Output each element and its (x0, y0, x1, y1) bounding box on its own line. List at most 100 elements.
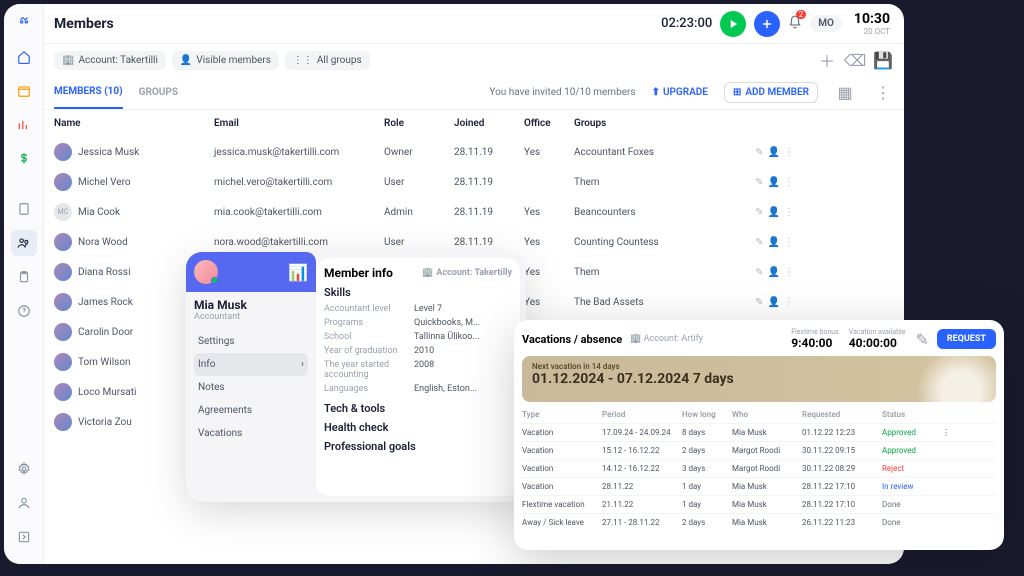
avatar (194, 260, 218, 284)
member-role: Accountant (194, 312, 308, 322)
topbar: Members 02:23:00 2 MO 10:3020 OCT (44, 4, 904, 44)
filter-account[interactable]: 🏢 Account: Takertilli (54, 51, 166, 70)
more-icon[interactable]: ⋮ (784, 237, 794, 248)
add-button[interactable] (754, 11, 780, 37)
edit-icon[interactable]: ✎ (755, 177, 763, 188)
vacation-row[interactable]: Vacation28.11.221 dayMia Musk28.11.22 17… (522, 477, 996, 495)
filter-visible[interactable]: 👤 Visible members (172, 51, 279, 70)
skill-row: SchoolTallinna Ülikoo... (324, 330, 512, 344)
member-name-cell: Tom Wilson (78, 357, 131, 368)
plus-icon[interactable]: ＋ (816, 49, 838, 71)
more-icon[interactable]: ⋮ (784, 207, 794, 218)
menu-item[interactable]: Info› (194, 353, 308, 376)
skill-row: ProgramsQuickbooks, M... (324, 316, 512, 330)
more-icon[interactable] (942, 464, 962, 473)
bell-icon[interactable]: 2 (788, 14, 802, 33)
section-header[interactable]: Health check (324, 421, 512, 434)
vacation-row[interactable]: Away / Sick leave27.11 - 28.11.222 daysM… (522, 513, 996, 531)
collapse-icon[interactable] (11, 524, 37, 550)
play-button[interactable] (720, 11, 746, 37)
section-header[interactable]: Tech & tools (324, 402, 512, 415)
tabs: MEMBERS (10) GROUPS You have invited 10/… (44, 76, 904, 110)
member-name-cell: Loco Mursati (78, 387, 136, 398)
avatar (54, 173, 72, 191)
members-icon[interactable] (11, 230, 37, 256)
menu-item[interactable]: Settings (194, 330, 308, 353)
vacation-row[interactable]: Flextime vacation21.11.221 dayMia Musk28… (522, 495, 996, 513)
more-icon[interactable] (942, 482, 962, 491)
calendar-icon[interactable] (11, 78, 37, 104)
tab-groups[interactable]: GROUPS (139, 77, 178, 108)
panel-title: Member info (324, 266, 393, 280)
more-icon[interactable]: ⋮ (784, 297, 794, 308)
edit-icon[interactable]: ✎ (915, 330, 928, 349)
avatar (54, 233, 72, 251)
user-icon[interactable]: 👤 (768, 177, 780, 188)
vacation-row[interactable]: Vacation14.12 - 16.12.223 daysMargot Roo… (522, 459, 996, 477)
more-icon[interactable]: ⋮ (942, 428, 962, 437)
more-icon[interactable]: ⋮ (872, 82, 894, 104)
vacation-row[interactable]: Vacation17.09.24 - 24.09.248 daysMia Mus… (522, 423, 996, 441)
table-row[interactable]: MCMia Cookmia.cook@takertilli.comAdmin28… (44, 197, 904, 227)
menu-item[interactable]: Agreements (194, 399, 308, 422)
more-icon[interactable]: ⋮ (784, 147, 794, 158)
stats-icon[interactable] (11, 112, 37, 138)
filter-groups[interactable]: ⋮⋮ All groups (285, 51, 370, 70)
skills-section: Skills (324, 286, 512, 299)
gear-icon[interactable] (11, 456, 37, 482)
member-header: 📊 (186, 252, 316, 292)
chart-icon[interactable]: 📊 (288, 263, 308, 282)
avatar (54, 383, 72, 401)
vacation-title: Vacations / absence (522, 333, 622, 346)
more-icon[interactable] (942, 500, 962, 509)
vacation-row[interactable]: Vacation15.12 - 16.12.222 daysMargot Roo… (522, 441, 996, 459)
help-icon[interactable] (11, 298, 37, 324)
tab-members[interactable]: MEMBERS (10) (54, 76, 123, 109)
menu-item[interactable]: Vacations (194, 422, 308, 445)
filters: 🏢 Account: Takertilli 👤 Visible members … (44, 44, 904, 76)
edit-icon[interactable]: ✎ (755, 147, 763, 158)
more-icon[interactable]: ⋮ (784, 177, 794, 188)
upgrade-button[interactable]: ⬆ UPGRADE (652, 87, 708, 98)
avatar (54, 323, 72, 341)
more-icon[interactable]: ⋮ (784, 267, 794, 278)
skill-row: LanguagesEnglish, Eston... (324, 382, 512, 396)
section-header[interactable]: Professional goals (324, 440, 512, 453)
table-row[interactable]: Michel Veromichel.vero@takertilli.comUse… (44, 167, 904, 197)
add-member-button[interactable]: ⊞ ADD MEMBER (724, 82, 818, 103)
clear-icon[interactable]: ⌫ (844, 49, 866, 71)
user-pill[interactable]: MO (810, 15, 842, 32)
user-icon[interactable]: 👤 (768, 297, 780, 308)
edit-icon[interactable]: ✎ (755, 267, 763, 278)
user-icon[interactable] (11, 490, 37, 516)
user-icon[interactable]: 👤 (768, 267, 780, 278)
clipboard-icon[interactable] (11, 264, 37, 290)
more-icon[interactable] (942, 518, 962, 527)
flextime-value: 9:40:00 (791, 336, 839, 350)
member-name-cell: Mia Cook (78, 207, 120, 218)
user-icon[interactable]: 👤 (768, 207, 780, 218)
more-icon[interactable] (942, 446, 962, 455)
vacation-account: 🏢 Account: Artify (630, 334, 703, 344)
member-name-cell: Victoria Zou (78, 417, 132, 428)
user-icon[interactable]: 👤 (768, 147, 780, 158)
menu-item[interactable]: Notes (194, 376, 308, 399)
member-name-cell: Jessica Musk (78, 147, 139, 158)
edit-icon[interactable]: ✎ (755, 207, 763, 218)
avatar (54, 413, 72, 431)
request-button[interactable]: REQUEST (937, 329, 996, 349)
avatar (54, 353, 72, 371)
doc-icon[interactable] (11, 196, 37, 222)
member-info-panel: 📊 Mia Musk Accountant SettingsInfo›Notes… (186, 252, 526, 502)
skill-row: Accountant levelLevel 7 (324, 302, 512, 316)
home-icon[interactable] (11, 44, 37, 70)
clock: 10:3020 OCT (850, 11, 894, 36)
user-icon[interactable]: 👤 (768, 237, 780, 248)
grid-icon[interactable]: ▦ (834, 82, 856, 104)
table-row[interactable]: Jessica Muskjessica.musk@takertilli.comO… (44, 137, 904, 167)
logo-icon (11, 10, 37, 36)
dollar-icon[interactable] (11, 146, 37, 172)
edit-icon[interactable]: ✎ (755, 237, 763, 248)
edit-icon[interactable]: ✎ (755, 297, 763, 308)
save-icon[interactable]: 💾 (872, 49, 894, 71)
